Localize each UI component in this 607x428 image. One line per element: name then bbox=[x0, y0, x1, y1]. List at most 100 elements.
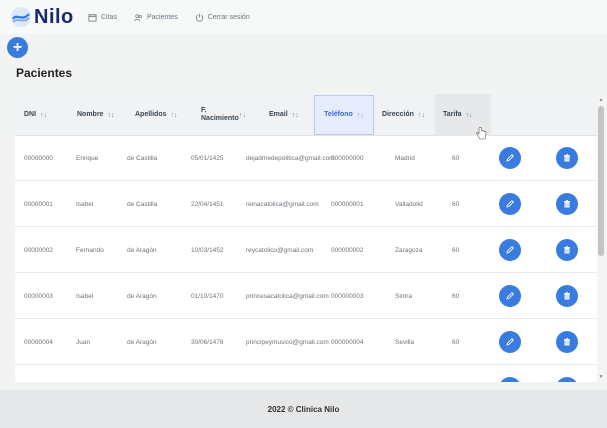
delete-button[interactable] bbox=[556, 239, 578, 261]
table-cell: dejadmedepolitica@gmail.com bbox=[246, 155, 335, 162]
table-cell: de Castilla bbox=[127, 366, 157, 382]
nav-item-citas[interactable]: Citas bbox=[88, 13, 117, 22]
table-row: 00000005 Juana de Castilla 06/11/1479 juanal… bbox=[15, 366, 598, 382]
pencil-icon bbox=[506, 337, 515, 346]
table-cell: de Castilla bbox=[127, 201, 158, 208]
scroll-up-arrow-icon[interactable]: ▲ bbox=[598, 97, 604, 103]
table-row: 00000002 Fernando de Aragón 10/03/1452 reyca… bbox=[15, 228, 598, 273]
column-header-nombre[interactable]: Nombre ↑↓ bbox=[77, 94, 132, 136]
table-cell: 60 bbox=[452, 293, 460, 300]
plus-icon: + bbox=[12, 38, 23, 56]
page-title: Pacientes bbox=[16, 66, 73, 80]
table-cell: Juan bbox=[76, 339, 91, 346]
nav-item-label: Cerrar sesión bbox=[207, 13, 250, 21]
delete-button[interactable] bbox=[556, 285, 578, 307]
scroll-down-arrow-icon[interactable]: ▼ bbox=[598, 374, 604, 380]
table-cell: 06/11/1479 bbox=[191, 366, 223, 382]
table-cell: de Aragón bbox=[127, 293, 157, 300]
table-header: DNI ↑↓ Nombre ↑↓ Apellidos ↑↓ F. Nacimiento… bbox=[15, 94, 598, 136]
edit-button[interactable] bbox=[499, 377, 521, 382]
table-cell: 00000003 bbox=[24, 293, 53, 300]
table-cell: 000000000 bbox=[331, 155, 364, 162]
table-cell: 000000005 bbox=[331, 366, 364, 382]
table-cell: reinacatolica@gmail.com bbox=[246, 201, 319, 208]
table-cell: 60 bbox=[452, 155, 460, 162]
table-cell: de Aragón bbox=[127, 339, 157, 346]
table-cell: 30/06/1478 bbox=[191, 339, 224, 346]
table-cell: 10/03/1452 bbox=[191, 247, 224, 254]
sort-icon: ↑↓ bbox=[465, 111, 473, 119]
edit-button[interactable] bbox=[499, 331, 521, 353]
scrollbar-thumb[interactable] bbox=[598, 106, 604, 256]
nav-item-pacientes[interactable]: Pacientes bbox=[134, 13, 178, 22]
table-row: 00000000 Enrique de Castilla 05/01/1425 deja… bbox=[15, 136, 598, 181]
table-cell: 00000001 bbox=[24, 201, 53, 208]
trash-icon bbox=[564, 338, 570, 346]
table-row: 00000004 Juan de Aragón 30/06/1478 principey… bbox=[15, 320, 598, 365]
table-cell: 60 bbox=[452, 339, 460, 346]
column-header-apellidos[interactable]: Apellidos ↑↓ bbox=[135, 94, 197, 136]
sort-icon: ↑↓ bbox=[40, 111, 48, 119]
table-cell: Toledo bbox=[395, 366, 414, 382]
table-cell: Valladolid bbox=[395, 201, 423, 208]
delete-button[interactable] bbox=[556, 193, 578, 215]
delete-button[interactable] bbox=[556, 377, 578, 382]
table-cell: 00000000 bbox=[24, 155, 53, 162]
table-cell: 60 bbox=[452, 366, 459, 382]
edit-button[interactable] bbox=[499, 147, 521, 169]
table-cell: 00000005 bbox=[24, 366, 53, 382]
logo-icon bbox=[11, 7, 31, 27]
edit-button[interactable] bbox=[499, 239, 521, 261]
power-icon bbox=[195, 13, 203, 22]
edit-button[interactable] bbox=[499, 285, 521, 307]
sort-icon: ↑↓ bbox=[107, 111, 115, 119]
table-cell: 000000002 bbox=[331, 247, 364, 254]
table-cell: 05/01/1425 bbox=[191, 155, 224, 162]
column-header-dni[interactable]: DNI ↑↓ bbox=[24, 94, 69, 136]
sort-icon: ↑↓ bbox=[291, 111, 299, 119]
calendar-icon bbox=[88, 13, 97, 22]
table-cell: Isabel bbox=[76, 201, 94, 208]
users-icon bbox=[134, 13, 142, 21]
pencil-icon bbox=[506, 199, 515, 208]
table-cell: juanalaloca@gmail.com bbox=[246, 366, 315, 382]
brand-name: Nilo bbox=[34, 6, 74, 28]
table-scrollbar[interactable]: ▲ ▼ bbox=[597, 96, 605, 382]
table-cell: Isabel bbox=[76, 293, 94, 300]
table-cell: princesacatolica@gmail.com bbox=[246, 293, 329, 300]
table-cell: 000000004 bbox=[331, 339, 364, 346]
table-row: 00000001 Isabel de Castilla 22/04/1451 reina… bbox=[15, 182, 598, 227]
nav-item-label: Pacientes bbox=[146, 13, 178, 21]
delete-button[interactable] bbox=[556, 331, 578, 353]
delete-button[interactable] bbox=[556, 147, 578, 169]
table-cell: de Aragón bbox=[127, 247, 157, 254]
table-cell: 000000003 bbox=[331, 293, 364, 300]
nav-item-cerrar-sesion[interactable]: Cerrar sesión bbox=[195, 13, 250, 22]
table-cell: 00000002 bbox=[24, 247, 53, 254]
table-cell: Sevilla bbox=[395, 339, 415, 346]
trash-icon bbox=[564, 246, 570, 254]
table-cell: 22/04/1451 bbox=[191, 201, 224, 208]
pencil-icon bbox=[506, 153, 515, 162]
trash-icon bbox=[564, 200, 570, 208]
edit-button[interactable] bbox=[499, 193, 521, 215]
table-cell: Juana bbox=[76, 366, 94, 382]
sort-icon: ↑↓ bbox=[239, 111, 246, 119]
table-cell: Zaragoza bbox=[395, 247, 423, 254]
table-cell: de Castilla bbox=[127, 155, 158, 162]
navbar: Nilo Citas Pacientes Cerrar sesión bbox=[0, 0, 607, 34]
nav-item-label: Citas bbox=[101, 13, 117, 21]
sort-icon: ↑↓ bbox=[356, 111, 364, 119]
logo[interactable]: Nilo bbox=[10, 6, 88, 28]
trash-icon bbox=[564, 292, 570, 300]
table-cell: 60 bbox=[452, 201, 460, 208]
sort-icon: ↑↓ bbox=[170, 111, 178, 119]
column-header-telefono[interactable]: Teléfono ↑↓ bbox=[314, 95, 374, 135]
sort-icon: ↑↓ bbox=[417, 111, 425, 119]
table-row: 00000003 Isabel de Aragón 01/10/1470 princes… bbox=[15, 274, 598, 319]
trash-icon bbox=[564, 154, 570, 162]
table-cell: 000000001 bbox=[331, 201, 364, 208]
add-patient-button[interactable]: + bbox=[7, 37, 28, 58]
footer: 2022 © Clinica Nilo bbox=[0, 390, 607, 428]
column-header-fecha-nacimiento[interactable]: F. Nacimiento ↑↓ bbox=[201, 94, 261, 136]
